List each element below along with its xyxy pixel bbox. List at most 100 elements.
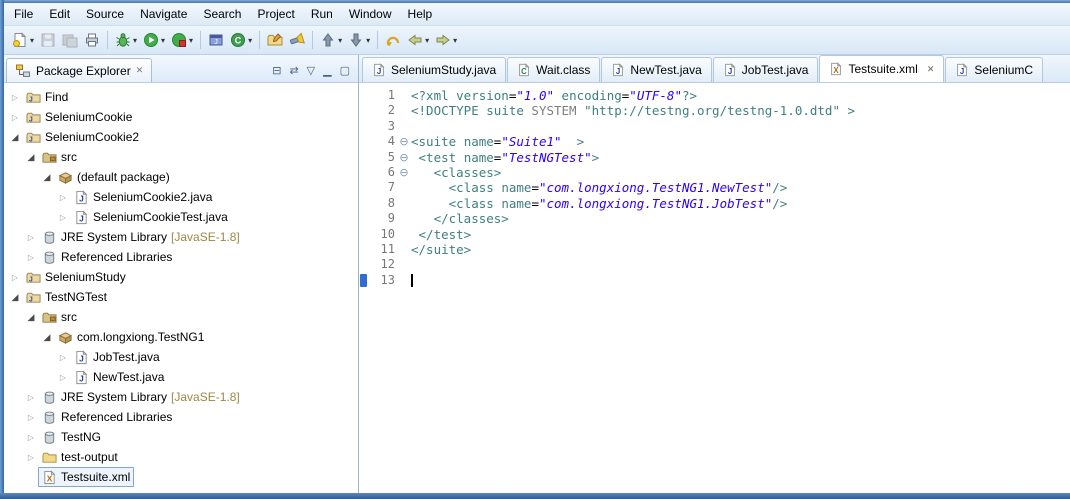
menu-item-source[interactable]: Source [78,5,132,23]
collapsed-arrow-icon[interactable]: ▷ [56,193,70,202]
menu-item-file[interactable]: File [6,5,41,23]
tree-item-default-package[interactable]: ◢ (default package) [4,167,358,187]
tree-item-jre-system-library[interactable]: ▷ JRE System Library [JavaSE-1.8] [4,387,358,407]
save-all-button[interactable] [60,30,80,50]
expanded-arrow-icon[interactable]: ◢ [8,292,22,303]
open-type-button[interactable] [265,30,285,50]
tree-item-testng[interactable]: ▷ TestNG [4,427,358,447]
menu-item-run[interactable]: Run [303,5,341,23]
dropdown-caret-icon[interactable]: ▾ [30,36,34,45]
tree-item-seleniumcookietest-java[interactable]: ▷ J SeleniumCookieTest.java [4,207,358,227]
tree-item-testngtest[interactable]: ◢ J TestNGTest [4,287,358,307]
dropdown-caret-icon[interactable]: ▾ [133,36,137,45]
tab-seleniumc[interactable]: J SeleniumC [945,57,1044,82]
tree-item-jre-system-library[interactable]: ▷ JRE System Library [JavaSE-1.8] [4,227,358,247]
tree-item-src[interactable]: ◢ src [4,147,358,167]
collapsed-arrow-icon[interactable]: ▷ [8,273,22,282]
menu-item-search[interactable]: Search [195,5,249,23]
previous-annotation-button[interactable]: ▾ [318,30,344,50]
menu-item-navigate[interactable]: Navigate [132,5,195,23]
code-text[interactable]: </test> [411,227,1070,242]
tree-item-referenced-libraries[interactable]: ▷ Referenced Libraries [4,407,358,427]
new-class-button[interactable]: C ▾ [228,30,254,50]
maximize-icon[interactable]: ▢ [340,64,350,77]
tree-item-jobtest-java[interactable]: ▷ J JobTest.java [4,347,358,367]
expanded-arrow-icon[interactable]: ◢ [24,312,38,323]
collapsed-arrow-icon[interactable]: ▷ [8,113,22,122]
next-annotation-button[interactable]: ▾ [346,30,372,50]
collapsed-arrow-icon[interactable]: ▷ [56,213,70,222]
code-text[interactable]: </classes> [411,211,1070,226]
link-with-editor-icon[interactable]: ⇄ [289,64,298,77]
dropdown-caret-icon[interactable]: ▾ [453,36,457,45]
run-button[interactable]: ▾ [141,30,167,50]
dropdown-caret-icon[interactable]: ▾ [189,36,193,45]
code-text[interactable] [411,273,1070,288]
expanded-arrow-icon[interactable]: ◢ [40,332,54,343]
code-text[interactable]: <!DOCTYPE suite SYSTEM "http://testng.or… [411,103,1070,118]
code-text[interactable]: <class name="com.longxiong.TestNG1.JobTe… [411,196,1070,211]
package-explorer-tab[interactable]: Package Explorer ✕ [6,58,153,82]
view-menu-icon[interactable]: ▽ [307,64,315,77]
menu-item-project[interactable]: Project [249,5,302,23]
collapsed-arrow-icon[interactable]: ▷ [24,393,38,402]
tree-item-seleniumstudy[interactable]: ▷ J SeleniumStudy [4,267,358,287]
fold-collapse-icon[interactable]: ⊖ [397,134,411,149]
tree-item-newtest-java[interactable]: ▷ J NewTest.java [4,367,358,387]
save-button[interactable] [38,30,58,50]
menu-item-help[interactable]: Help [400,5,441,23]
expanded-arrow-icon[interactable]: ◢ [8,132,22,143]
code-area[interactable]: 1 <?xml version="1.0" encoding="UTF-8"?> 2… [359,83,1070,493]
tree-item-com-longxiong-testng1[interactable]: ◢ com.longxiong.TestNG1 [4,327,358,347]
collapsed-arrow-icon[interactable]: ▷ [24,413,38,422]
back-button[interactable]: ▾ [405,30,431,50]
menu-item-edit[interactable]: Edit [41,5,78,23]
forward-button[interactable]: ▾ [433,30,459,50]
tab-jobtest-java[interactable]: J JobTest.java [712,57,819,82]
code-text[interactable]: <classes> [411,165,1070,180]
collapsed-arrow-icon[interactable]: ▷ [56,373,70,382]
debug-button[interactable]: ▾ [113,30,139,50]
tree-item-test-output[interactable]: ▷ test-output [4,447,358,467]
dropdown-caret-icon[interactable]: ▾ [248,36,252,45]
collapsed-arrow-icon[interactable]: ▷ [56,353,70,362]
dropdown-caret-icon[interactable]: ▾ [161,36,165,45]
collapsed-arrow-icon[interactable]: ▷ [8,93,22,102]
tree-item-find[interactable]: ▷ J Find [4,87,358,107]
tree-item-seleniumcookie[interactable]: ▷ J SeleniumCookie [4,107,358,127]
collapsed-arrow-icon[interactable]: ▷ [24,233,38,242]
search-button[interactable] [287,30,307,50]
tab-wait-class[interactable]: C Wait.class [507,57,601,82]
collapsed-arrow-icon[interactable]: ▷ [24,453,38,462]
tab-testsuite-xml[interactable]: X Testsuite.xml ✕ [819,55,945,82]
new-java-project-button[interactable]: J [206,30,226,50]
code-text[interactable]: <?xml version="1.0" encoding="UTF-8"?> [411,88,1070,103]
close-icon[interactable]: ✕ [927,64,935,75]
code-text[interactable]: <class name="com.longxiong.TestNG1.NewTe… [411,180,1070,195]
code-text[interactable] [411,257,1070,272]
tree-item-seleniumcookie2[interactable]: ◢ J SeleniumCookie2 [4,127,358,147]
code-text[interactable] [411,119,1070,134]
collapse-all-icon[interactable]: ⊟ [272,64,281,77]
tree-item-referenced-libraries[interactable]: ▷ Referenced Libraries [4,247,358,267]
menu-item-window[interactable]: Window [341,5,400,23]
expanded-arrow-icon[interactable]: ◢ [24,152,38,163]
dropdown-caret-icon[interactable]: ▾ [366,36,370,45]
code-text[interactable]: <test name="TestNGTest"> [411,150,1070,165]
tree-item-testsuite-xml[interactable]: X Testsuite.xml [4,467,358,487]
minimize-icon[interactable]: ▁ [323,64,331,77]
new-wizard-button[interactable]: ▾ [10,30,36,50]
tree-item-src[interactable]: ◢ src [4,307,358,327]
coverage-button[interactable]: ▾ [169,30,195,50]
expanded-arrow-icon[interactable]: ◢ [40,172,54,183]
print-button[interactable] [82,30,102,50]
dropdown-caret-icon[interactable]: ▾ [425,36,429,45]
collapsed-arrow-icon[interactable]: ▷ [24,433,38,442]
close-icon[interactable]: ✕ [136,65,144,76]
fold-collapse-icon[interactable]: ⊖ [397,165,411,180]
tree-item-seleniumcookie2-java[interactable]: ▷ J SeleniumCookie2.java [4,187,358,207]
dropdown-caret-icon[interactable]: ▾ [338,36,342,45]
fold-collapse-icon[interactable]: ⊖ [397,150,411,165]
code-text[interactable]: </suite> [411,242,1070,257]
collapsed-arrow-icon[interactable]: ▷ [24,253,38,262]
